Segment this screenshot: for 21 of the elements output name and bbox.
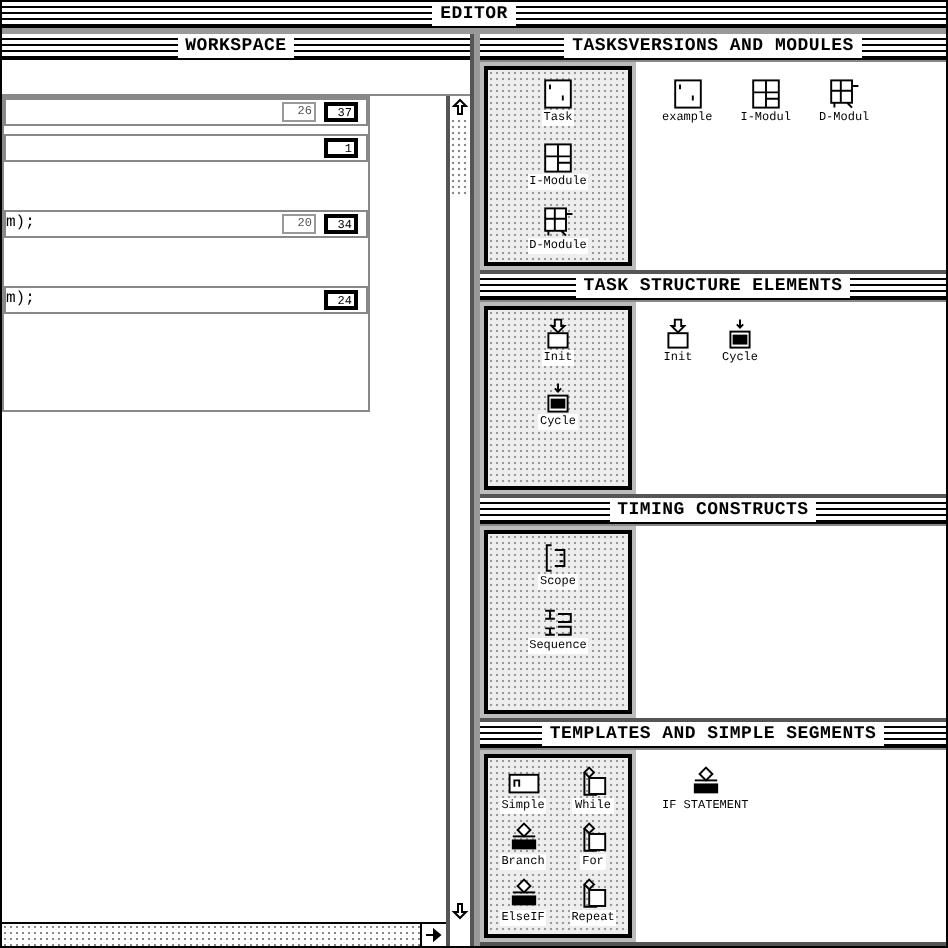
up-arrow-icon[interactable]	[450, 96, 470, 118]
right-arrow-icon[interactable]	[422, 924, 446, 946]
module-icon	[540, 142, 576, 174]
vertical-scrollbar[interactable]	[446, 96, 470, 946]
workspace-title: WORKSPACE	[177, 35, 295, 57]
task-icon	[540, 78, 576, 110]
sequence-icon	[540, 606, 576, 638]
section-title: TASKSVERSIONS AND MODULES	[564, 35, 862, 57]
module-icon	[540, 206, 576, 238]
task-icon	[669, 78, 706, 110]
section-title: TEMPLATES AND SIMPLE SEGMENTS	[541, 723, 885, 745]
scrollbar-thumb[interactable]	[450, 118, 470, 198]
down-arrow-icon[interactable]	[450, 900, 470, 922]
window-title: EDITOR	[432, 3, 516, 25]
section-title: TASK STRUCTURE ELEMENTS	[575, 275, 851, 297]
section-title: TIMING CONSTRUCTS	[609, 499, 817, 521]
module-icon	[747, 78, 784, 110]
horizontal-scrollbar[interactable]	[2, 924, 422, 946]
code-text: m);	[6, 212, 35, 236]
code-text: m);	[6, 288, 35, 312]
module-icon	[826, 78, 863, 110]
